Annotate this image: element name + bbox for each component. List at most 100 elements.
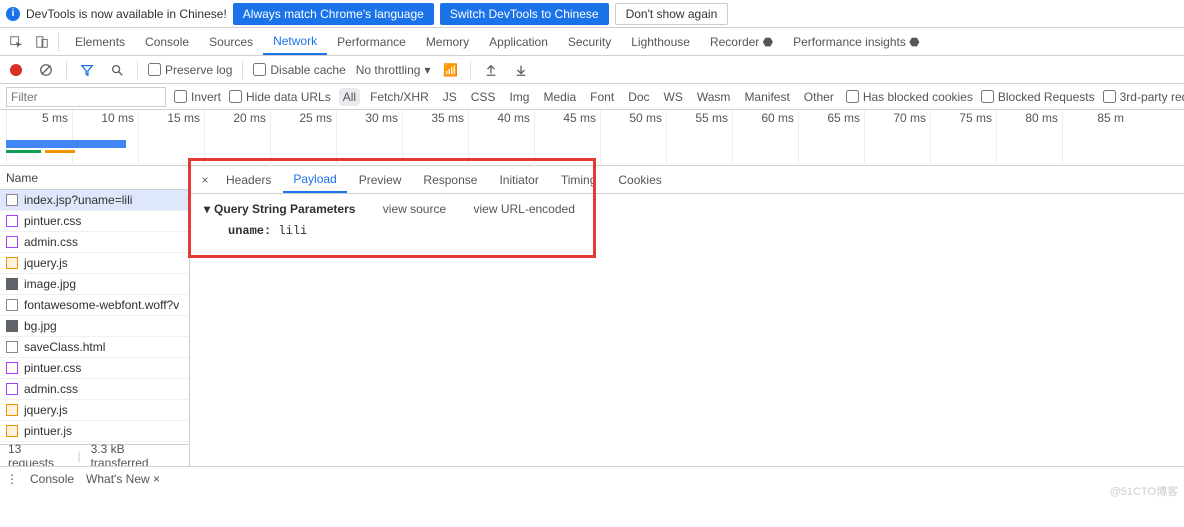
request-name: jquery.js <box>24 403 68 417</box>
timeline-tick: 5 ms <box>6 110 72 166</box>
download-har-icon[interactable] <box>511 60 531 80</box>
inspect-element-icon[interactable] <box>6 32 26 52</box>
panel-tab-memory[interactable]: Memory <box>416 29 479 55</box>
request-row[interactable]: pintuer.css <box>0 358 189 379</box>
status-bar: 13 requests | 3.3 kB transferred <box>0 444 189 466</box>
upload-har-icon[interactable] <box>481 60 501 80</box>
request-name: admin.css <box>24 235 78 249</box>
drawer: ⋮ Console What's New × <box>0 466 1184 490</box>
waterfall-overview[interactable]: 5 ms10 ms15 ms20 ms25 ms30 ms35 ms40 ms4… <box>0 110 1184 166</box>
filter-type-js[interactable]: JS <box>439 88 461 106</box>
search-icon[interactable] <box>107 60 127 80</box>
timeline-tick: 35 ms <box>402 110 468 166</box>
filter-type-css[interactable]: CSS <box>467 88 500 106</box>
filter-type-other[interactable]: Other <box>800 88 838 106</box>
timeline-tick: 45 ms <box>534 110 600 166</box>
timeline-tick: 40 ms <box>468 110 534 166</box>
css-file-icon <box>6 236 18 248</box>
column-header-name[interactable]: Name <box>0 166 189 190</box>
request-row[interactable]: pintuer.js <box>0 421 189 442</box>
has-blocked-cookies-checkbox[interactable]: Has blocked cookies <box>846 90 973 104</box>
panel-tab-network[interactable]: Network <box>263 29 327 55</box>
filter-type-doc[interactable]: Doc <box>624 88 653 106</box>
request-name: pintuer.css <box>24 361 81 375</box>
timeline-tick: 55 ms <box>666 110 732 166</box>
panel-tab-performance-insights-[interactable]: Performance insights ⬣ <box>783 29 930 55</box>
request-row[interactable]: jquery.js <box>0 400 189 421</box>
drawer-menu-icon[interactable]: ⋮ <box>6 472 18 486</box>
throttling-select[interactable]: No throttling▾ <box>356 63 431 77</box>
request-row[interactable]: admin.css <box>0 232 189 253</box>
filter-type-all[interactable]: All <box>339 88 360 106</box>
third-party-checkbox[interactable]: 3rd-party requests <box>1103 90 1184 104</box>
panel-tab-performance[interactable]: Performance <box>327 29 416 55</box>
img-file-icon <box>6 320 18 332</box>
status-transferred: 3.3 kB transferred <box>91 442 181 467</box>
detail-tab-headers[interactable]: Headers <box>216 167 281 193</box>
filter-type-ws[interactable]: WS <box>660 88 687 106</box>
panel-tab-elements[interactable]: Elements <box>65 29 135 55</box>
request-row[interactable]: pintuer.css <box>0 211 189 232</box>
dismiss-infobar-button[interactable]: Don't show again <box>615 3 729 25</box>
record-button[interactable] <box>6 60 26 80</box>
clear-icon[interactable] <box>36 60 56 80</box>
panel-tab-security[interactable]: Security <box>558 29 621 55</box>
close-detail-button[interactable]: × <box>196 173 214 187</box>
request-list-panel: Name index.jsp?uname=lili pintuer.css admi… <box>0 166 190 466</box>
request-row[interactable]: jquery.js <box>0 253 189 274</box>
request-name: pintuer.css <box>24 214 81 228</box>
preserve-log-checkbox[interactable]: Preserve log <box>148 63 232 77</box>
match-language-button[interactable]: Always match Chrome's language <box>233 3 434 25</box>
overview-bar <box>6 140 126 148</box>
filter-type-fetch-xhr[interactable]: Fetch/XHR <box>366 88 433 106</box>
filter-input[interactable] <box>6 87 166 107</box>
js-file-icon <box>6 425 18 437</box>
request-row[interactable]: saveClass.html <box>0 337 189 358</box>
html-file-icon <box>6 341 18 353</box>
panel-tab-sources[interactable]: Sources <box>199 29 263 55</box>
detail-tab-response[interactable]: Response <box>413 167 487 193</box>
hide-data-urls-checkbox[interactable]: Hide data URLs <box>229 90 331 104</box>
request-name: jquery.js <box>24 256 68 270</box>
timeline-tick: 75 ms <box>930 110 996 166</box>
timeline-tick: 30 ms <box>336 110 402 166</box>
view-source-link[interactable]: view source <box>383 202 446 216</box>
drawer-console-tab[interactable]: Console <box>30 472 74 486</box>
detail-tab-initiator[interactable]: Initiator <box>489 167 548 193</box>
filter-type-font[interactable]: Font <box>586 88 618 106</box>
request-row[interactable]: admin.css <box>0 379 189 400</box>
panel-tab-lighthouse[interactable]: Lighthouse <box>621 29 700 55</box>
section-title[interactable]: ▾ Query String Parameters <box>204 202 355 216</box>
js-file-icon <box>6 404 18 416</box>
param-value: lili <box>278 224 307 238</box>
disable-cache-checkbox[interactable]: Disable cache <box>253 63 345 77</box>
request-name: saveClass.html <box>24 340 105 354</box>
drawer-whats-new-tab[interactable]: What's New × <box>86 472 160 486</box>
device-toggle-icon[interactable] <box>32 32 52 52</box>
filter-type-img[interactable]: Img <box>505 88 533 106</box>
wifi-icon[interactable]: 📶 <box>440 60 460 80</box>
panel-tab-application[interactable]: Application <box>479 29 558 55</box>
request-row[interactable]: bg.jpg <box>0 316 189 337</box>
request-detail-panel: × HeadersPayloadPreviewResponseInitiator… <box>190 166 1184 466</box>
request-name: bg.jpg <box>24 319 57 333</box>
request-row[interactable]: fontawesome-webfont.woff?v <box>0 295 189 316</box>
filter-type-wasm[interactable]: Wasm <box>693 88 735 106</box>
view-url-encoded-link[interactable]: view URL-encoded <box>473 202 574 216</box>
request-row[interactable]: index.jsp?uname=lili <box>0 190 189 211</box>
invert-checkbox[interactable]: Invert <box>174 90 221 104</box>
filter-icon[interactable] <box>77 60 97 80</box>
switch-chinese-button[interactable]: Switch DevTools to Chinese <box>440 3 609 25</box>
panel-tab-recorder-[interactable]: Recorder ⬣ <box>700 29 783 55</box>
filter-type-manifest[interactable]: Manifest <box>740 88 793 106</box>
timeline-tick: 70 ms <box>864 110 930 166</box>
js-file-icon <box>6 257 18 269</box>
panel-tab-console[interactable]: Console <box>135 29 199 55</box>
filter-type-media[interactable]: Media <box>539 88 580 106</box>
blocked-requests-checkbox[interactable]: Blocked Requests <box>981 90 1095 104</box>
detail-tab-payload[interactable]: Payload <box>283 167 346 193</box>
detail-tab-cookies[interactable]: Cookies <box>608 167 671 193</box>
request-row[interactable]: image.jpg <box>0 274 189 295</box>
detail-tab-timing[interactable]: Timing <box>551 167 607 193</box>
detail-tab-preview[interactable]: Preview <box>349 167 412 193</box>
